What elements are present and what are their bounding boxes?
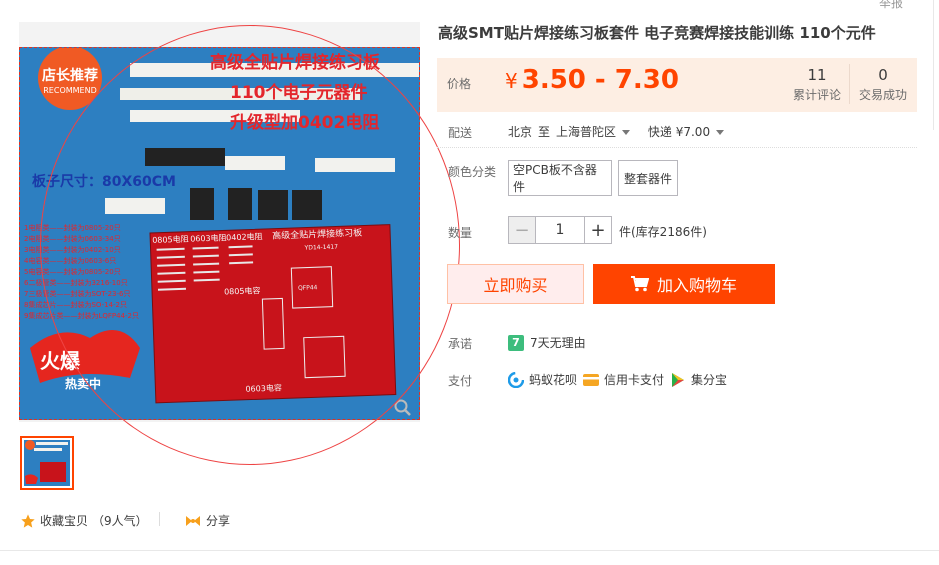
report-link[interactable]: 举报 xyxy=(879,0,903,11)
pcb-chip-label: QFP44 xyxy=(298,284,318,292)
jifenbao-icon xyxy=(672,372,685,387)
shipping-info: 北京 至 上海普陀区 快递 ¥7.00 xyxy=(508,123,724,140)
deals-stat: 0 交易成功 xyxy=(853,66,913,103)
thumbnail-image xyxy=(24,440,70,486)
badge-text: 店长推荐 xyxy=(42,67,98,84)
parts-list-item: 3电阻类——封装为0402-10只 xyxy=(24,245,121,254)
price-range: 3.50 - 7.30 xyxy=(521,65,679,95)
pcb-model: YD14-1417 xyxy=(304,243,339,251)
chevron-down-icon xyxy=(621,130,630,135)
pcb-col2: 0603电阻 xyxy=(190,232,227,243)
huabei-icon xyxy=(508,371,524,388)
price-value: ¥3.50 - 7.30 xyxy=(505,65,679,95)
promise-text: 7天无理由 xyxy=(530,336,586,350)
quantity-stepper: − 1 + xyxy=(508,216,612,244)
deals-count: 0 xyxy=(878,66,888,84)
image-line1: 高级全贴片焊接练习板 xyxy=(210,52,381,73)
parts-list-item: 8集成芯片——封装为SO-14-2只 xyxy=(24,300,127,309)
parts-list-item: 7三极管类——封装为SOT-23-6只 xyxy=(24,289,130,298)
hot-text: 火爆 xyxy=(40,349,81,373)
payment-methods: 蚂蚁花呗 信用卡支付 集分宝 xyxy=(508,371,733,388)
pcb-col1: 0805电阻 xyxy=(152,234,189,245)
payment-method-label: 信用卡支付 xyxy=(604,373,665,387)
promise-info[interactable]: 7 7天无理由 xyxy=(508,334,586,351)
divider xyxy=(159,512,160,526)
favorite-count: （9人气） xyxy=(92,514,148,528)
stock-text: 件(库存2186件) xyxy=(619,225,707,239)
cart-icon xyxy=(630,276,649,292)
product-title: 高级SMT贴片焊接练习板套件 电子竞赛焊接技能训练 110个元件 xyxy=(438,24,876,42)
ship-destination: 上海普陀区 xyxy=(556,125,617,139)
product-photo: 店长推荐 RECOMMEND 高级全贴片焊接练习板 110个电子元器件 升级型加… xyxy=(24,48,419,404)
shipping-label: 配送 xyxy=(448,126,473,140)
ship-method: 快递 xyxy=(647,125,672,139)
quantity-label: 数量 xyxy=(448,226,473,240)
reviews-label: 累计评论 xyxy=(792,88,841,102)
product-detail-page: 举报 店长推荐 RECOMMEND 高级全贴片焊接练习板 110个电子元器件 升… xyxy=(0,0,939,565)
ship-destination-select[interactable]: 上海普陀区 xyxy=(556,123,630,140)
payment-label: 支付 xyxy=(448,374,473,388)
promise-label: 承诺 xyxy=(448,337,473,351)
sku-option-empty-pcb[interactable]: 空PCB板不含器件 xyxy=(508,160,612,196)
deals-label: 交易成功 xyxy=(858,88,907,102)
ship-method-select[interactable]: 快递 ¥7.00 xyxy=(648,123,724,140)
product-main-image[interactable]: 店长推荐 RECOMMEND 高级全贴片焊接练习板 110个电子元器件 升级型加… xyxy=(19,47,420,420)
stat-divider xyxy=(849,64,850,104)
favorite-label: 收藏宝贝 xyxy=(40,514,89,528)
parts-list-item: 4电容类——封装为0603-6只 xyxy=(24,256,116,265)
parts-list-item: 5电容类——封装为0805-20只 xyxy=(24,267,121,276)
thumbnail-1[interactable] xyxy=(20,436,74,490)
quantity-decrease-button[interactable]: − xyxy=(508,216,536,244)
add-to-cart-button[interactable]: 加入购物车 xyxy=(593,264,775,304)
ship-to-word: 至 xyxy=(538,125,551,139)
star-icon xyxy=(21,513,35,528)
divider-dotted xyxy=(437,147,917,148)
badge-sub-text: RECOMMEND xyxy=(43,86,97,95)
currency-symbol: ¥ xyxy=(505,69,518,93)
payment-method-label: 集分宝 xyxy=(691,373,728,387)
hot-sub-text: 热卖中 xyxy=(65,376,101,391)
reviews-count: 11 xyxy=(807,66,827,84)
quantity-input[interactable]: 1 xyxy=(536,216,584,244)
price-panel: 价格 ¥3.50 - 7.30 11 累计评论 0 交易成功 xyxy=(437,58,917,112)
share-icon xyxy=(186,515,200,526)
payment-jifenbao[interactable]: 集分宝 xyxy=(670,371,727,388)
image-line3: 升级型加0402电阻 xyxy=(230,112,379,133)
sku-label: 颜色分类 xyxy=(448,165,497,179)
pcb-col4: 0805电容 xyxy=(224,285,261,296)
board-size-text: 板子尺寸：80X60CM xyxy=(32,173,176,190)
sku-option-full-kit[interactable]: 整套器件 xyxy=(618,160,678,196)
parts-list-item: 9集成芯片类——封装为LQFP44-2只 xyxy=(24,311,139,320)
main-image-area: 店长推荐 RECOMMEND 高级全贴片焊接练习板 110个电子元器件 升级型加… xyxy=(19,22,420,422)
reviews-stat[interactable]: 11 累计评论 xyxy=(787,66,847,103)
favorite-button[interactable]: 收藏宝贝 （9人气） xyxy=(20,512,148,529)
ship-from: 北京 xyxy=(508,125,533,139)
quantity-increase-button[interactable]: + xyxy=(584,216,612,244)
parts-list-item: 2电阻类——封装为0603-34只 xyxy=(24,234,121,243)
buy-now-button[interactable]: 立即购买 xyxy=(447,264,584,304)
payment-credit-card[interactable]: 信用卡支付 xyxy=(583,371,664,388)
add-to-cart-label: 加入购物车 xyxy=(656,276,737,295)
seven-day-icon: 7 xyxy=(508,334,524,351)
ship-fee: ¥7.00 xyxy=(675,125,711,139)
price-label: 价格 xyxy=(447,77,472,91)
chevron-down-icon xyxy=(715,130,724,135)
payment-huabei[interactable]: 蚂蚁花呗 xyxy=(508,371,577,388)
parts-list-item: 1电阻类——封装为0805-20只 xyxy=(24,223,121,232)
parts-list-item: 6二极管类——封装为3216-10只 xyxy=(24,278,128,287)
credit-card-icon xyxy=(583,373,600,386)
share-label: 分享 xyxy=(206,514,231,528)
divider-vertical xyxy=(933,0,934,130)
zoom-icon[interactable] xyxy=(394,399,412,417)
pcb-bottom: 0603电容 xyxy=(245,382,282,393)
pcb-col3: 0402电阻 xyxy=(226,231,263,242)
share-button[interactable]: 分享 xyxy=(185,512,230,529)
divider-bottom xyxy=(0,550,939,551)
payment-method-label: 蚂蚁花呗 xyxy=(529,373,578,387)
image-line2: 110个电子元器件 xyxy=(230,82,368,103)
